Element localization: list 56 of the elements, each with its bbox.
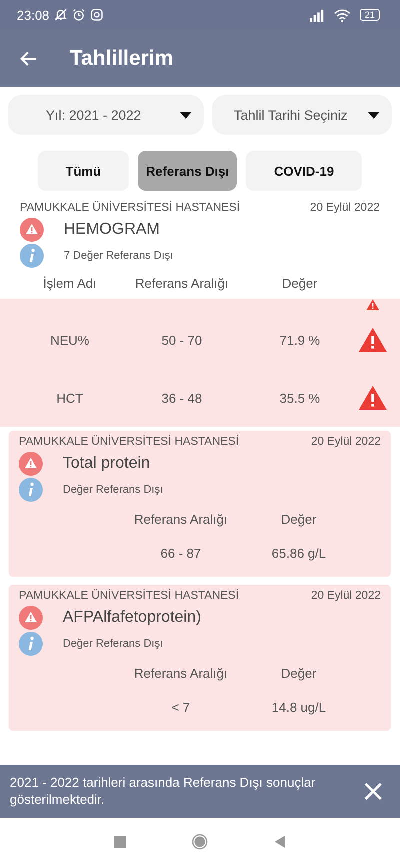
column-header: İşlem Adı: [42, 276, 98, 291]
column-header: Referans Aralığı: [134, 276, 230, 291]
test-title: AFPAlfafetoprotein): [63, 609, 202, 627]
info-icon: [19, 632, 43, 656]
test-name: HCT: [56, 390, 84, 406]
alarm-icon: [72, 8, 86, 22]
filter-tab[interactable]: COVID-19: [246, 151, 362, 191]
filter-tab[interactable]: Tümü: [38, 151, 130, 191]
dropdown[interactable]: Yıl: 2021 - 2022: [8, 95, 204, 135]
hospital-name: PAMUKKALE ÜNİVERSİTESİ HASTANESİ: [19, 590, 240, 602]
reference-range: 50 - 70: [162, 332, 202, 348]
test-name: NEU%: [50, 332, 90, 348]
test-title: HEMOGRAM: [64, 221, 160, 239]
result-date: 20 Eylül 2022: [310, 202, 380, 214]
status-time: 23:08: [17, 8, 50, 22]
out-of-range-note: 7 Değer Referans Dışı: [64, 250, 174, 262]
close-button[interactable]: ×: [356, 776, 390, 806]
info-icon: [20, 244, 44, 268]
filter-tab[interactable]: Referans Dışı: [138, 151, 238, 191]
result-date: 20 Eylül 2022: [311, 590, 381, 602]
camera-app-icon: [90, 8, 104, 22]
hospital-name: PAMUKKALE ÜNİVERSİTESİ HASTANESİ: [20, 202, 240, 214]
reference-range: < 7: [172, 700, 190, 714]
wifi-icon: [334, 8, 351, 22]
info-icon: [19, 478, 43, 502]
result-value: 35.5 %: [280, 390, 320, 406]
battery-indicator: 21: [360, 9, 380, 21]
recents-icon[interactable]: [112, 834, 128, 850]
warning-icon: [358, 385, 388, 411]
warning-icon: [358, 327, 388, 353]
reference-range: 36 - 48: [162, 390, 202, 406]
column-header: Referans Aralığı: [133, 666, 229, 681]
test-title: Total protein: [63, 455, 150, 473]
snackbar-message: 2021 - 2022 tarihleri arasında Referans Dışı sonuçlar gösterilmektedir.: [10, 774, 317, 808]
caret-icon: [368, 112, 380, 118]
column-header: Değer: [281, 276, 319, 291]
dropdown[interactable]: Tahlil Tarihi Seçiniz: [212, 95, 392, 135]
column-header: Değer: [280, 512, 318, 527]
result-date: 20 Eylül 2022: [311, 436, 381, 448]
out-of-range-note: Değer Referans Dışı: [63, 638, 164, 650]
warning-icon: [19, 606, 43, 630]
muted-bell-icon: [54, 8, 68, 22]
hospital-name: PAMUKKALE ÜNİVERSİTESİ HASTANESİ: [19, 436, 240, 448]
back-arrow-icon[interactable]: [20, 50, 38, 68]
warning-icon: [20, 218, 44, 242]
reference-range: 66 - 87: [160, 546, 202, 560]
caret-icon: [180, 112, 192, 118]
out-of-range-note: Değer Referans Dışı: [63, 484, 164, 496]
result-value: 65.86 g/L: [272, 546, 326, 560]
column-header: Değer: [280, 666, 318, 681]
page-title: Tahlillerim: [70, 46, 174, 70]
result-value: 71.9 %: [280, 332, 320, 348]
warning-icon: [19, 452, 43, 476]
home-icon[interactable]: [192, 834, 208, 850]
result-value: 14.8 ug/L: [272, 700, 326, 714]
column-header: Referans Aralığı: [133, 512, 229, 527]
